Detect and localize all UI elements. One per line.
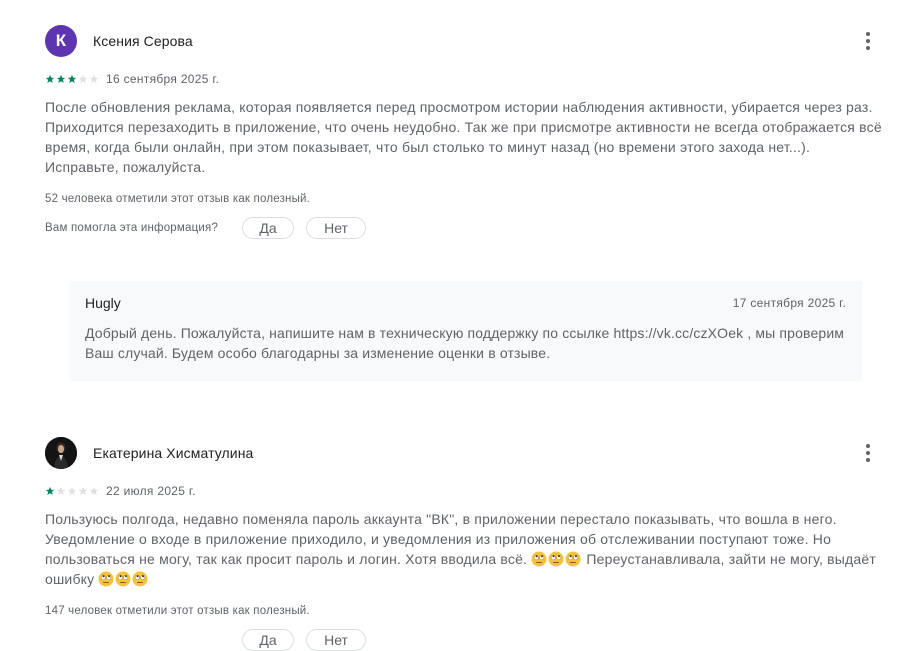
emoji-group (531, 551, 582, 567)
review-date: 22 июля 2025 г. (106, 484, 196, 498)
review-header: К Ксения Серова (45, 25, 885, 57)
star-rating (45, 74, 99, 84)
star-icon (67, 486, 77, 495)
face-with-rolling-eyes-emoji (548, 551, 564, 567)
review-meta: 16 сентября 2025 г. (45, 71, 885, 87)
helpful-count: 147 человек отметили этот отзыв как поле… (45, 605, 310, 617)
face-with-rolling-eyes-emoji (132, 571, 148, 587)
developer-reply: Hugly 17 сентября 2025 г. Добрый день. П… (69, 281, 862, 381)
star-icon (56, 486, 66, 495)
more-vert-icon-dot (866, 46, 870, 50)
avatar-photo-icon (45, 437, 77, 469)
helpful-no-button[interactable]: Нет (306, 217, 367, 239)
reply-text: Добрый день. Пожалуйста, напишите нам в … (85, 325, 845, 361)
reply-author: Hugly (85, 295, 121, 311)
more-vert-icon-dot (866, 458, 870, 462)
avatar: К (45, 25, 77, 57)
face-with-rolling-eyes-emoji (565, 551, 581, 567)
star-icon (89, 486, 99, 495)
face-with-rolling-eyes-emoji (531, 551, 547, 567)
star-icon (67, 74, 77, 83)
more-options-button[interactable] (856, 27, 880, 55)
reply-date: 17 сентября 2025 г. (732, 296, 846, 310)
helpful-feedback: Вам помогла эта информация? Да Нет (45, 629, 885, 651)
face-with-rolling-eyes-emoji (115, 571, 131, 587)
review-card: Екатерина Хисматулина 22 июля 2025 г. По… (45, 437, 885, 651)
review-date: 16 сентября 2025 г. (106, 72, 220, 86)
review-header: Екатерина Хисматулина (45, 437, 885, 469)
review-author: Екатерина Хисматулина (93, 445, 254, 461)
helpful-count: 52 человека отметили этот отзыв как поле… (45, 193, 311, 205)
star-icon (45, 486, 55, 495)
star-icon (78, 486, 88, 495)
more-vert-icon-dot (866, 451, 870, 455)
review-meta: 22 июля 2025 г. (45, 483, 885, 499)
star-icon (56, 74, 66, 83)
star-icon (45, 74, 55, 83)
avatar-letter: К (55, 31, 67, 50)
review-author: Ксения Серова (93, 33, 193, 49)
star-icon (78, 74, 88, 83)
more-vert-icon (866, 444, 870, 448)
review-text: Пользуюсь полгода, недавно поменяла паро… (45, 509, 885, 589)
avatar (45, 437, 77, 469)
helpful-question: Вам помогла эта информация? (45, 222, 219, 234)
emoji-group (98, 571, 149, 587)
review-text: После обновления реклама, которая появля… (45, 99, 882, 175)
more-vert-icon-dot (866, 39, 870, 43)
helpful-yes-button[interactable]: Да (242, 629, 295, 651)
reply-header: Hugly 17 сентября 2025 г. (85, 295, 846, 311)
more-vert-icon (866, 32, 870, 36)
star-icon (89, 74, 99, 83)
helpful-no-button[interactable]: Нет (306, 629, 367, 651)
review-card: К Ксения Серова 16 сентября 2025 г. Посл… (45, 25, 885, 239)
face-with-rolling-eyes-emoji (98, 571, 114, 587)
more-options-button[interactable] (856, 439, 880, 467)
helpful-yes-button[interactable]: Да (242, 217, 295, 239)
star-rating (45, 486, 99, 496)
helpful-feedback: Вам помогла эта информация? Да Нет (45, 217, 885, 239)
